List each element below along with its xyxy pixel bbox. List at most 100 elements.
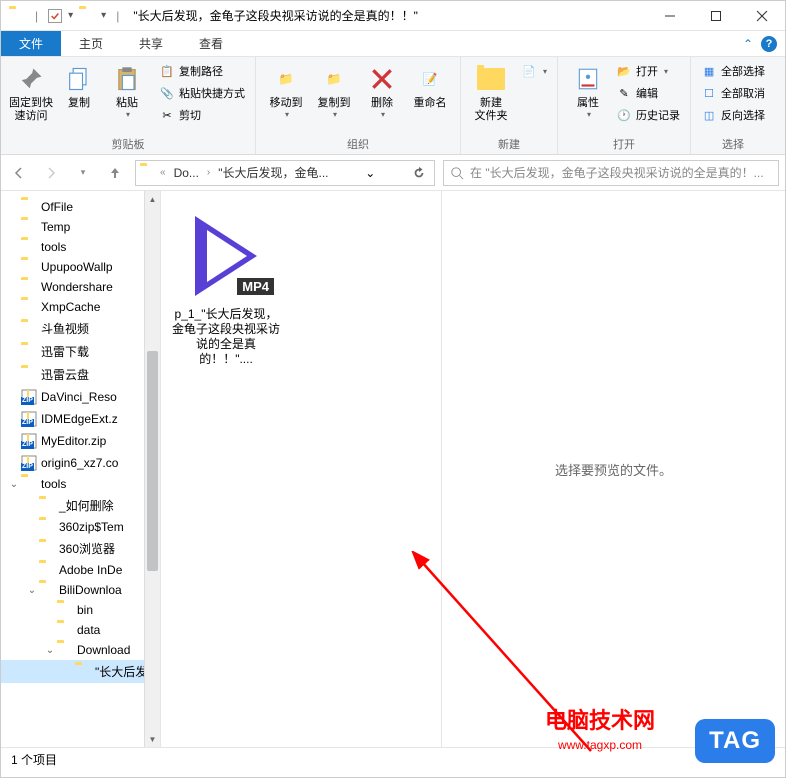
tree-item[interactable]: "长大后发 xyxy=(1,660,160,683)
search-input[interactable]: 在 "长大后发现，金龟子这段央视采访说的全是真的！... xyxy=(443,160,779,186)
pin-icon xyxy=(15,63,47,95)
tree-item[interactable]: ⌄BiliDownloa xyxy=(1,580,160,600)
breadcrumb-1[interactable]: Do... xyxy=(170,166,203,180)
properties-icon xyxy=(572,63,604,95)
window-icon xyxy=(9,9,25,23)
tree-item[interactable]: Temp xyxy=(1,217,160,237)
expand-icon[interactable]: ⌄ xyxy=(45,645,55,656)
expand-icon[interactable]: ⌄ xyxy=(27,585,37,596)
tree-item[interactable]: XmpCache xyxy=(1,297,160,317)
tree-item[interactable]: tools xyxy=(1,237,160,257)
up-button[interactable] xyxy=(103,161,127,185)
tree-label: 360浏览器 xyxy=(59,540,115,557)
folder-icon xyxy=(21,280,37,294)
forward-button[interactable] xyxy=(39,161,63,185)
tree-item[interactable]: 迅雷下载 xyxy=(1,340,160,363)
file-item[interactable]: MP4 p_1_"长大后发现，金龟子这段央视采访说的全是真的！！".... xyxy=(171,211,281,367)
refresh-button[interactable] xyxy=(408,162,430,184)
scroll-down-icon[interactable]: ▼ xyxy=(145,731,160,747)
tab-share[interactable]: 共享 xyxy=(121,31,181,56)
tree-item[interactable]: data xyxy=(1,620,160,640)
move-to-button[interactable]: 📁移动到▾ xyxy=(264,61,308,121)
copy-path-button[interactable]: 📋复制路径 xyxy=(157,61,247,81)
chevron-icon[interactable]: « xyxy=(160,167,166,178)
tab-home[interactable]: 主页 xyxy=(61,31,121,56)
tree-item[interactable]: 360浏览器 xyxy=(1,537,160,560)
copy-button[interactable]: 复制 xyxy=(57,61,101,112)
scroll-up-icon[interactable]: ▲ xyxy=(145,191,160,207)
edit-button[interactable]: ✎编辑 xyxy=(614,83,682,103)
properties-button[interactable]: 属性▾ xyxy=(566,61,610,121)
folder-icon xyxy=(39,499,55,513)
tree-item[interactable]: UpupooWallp xyxy=(1,257,160,277)
paste-shortcut-button[interactable]: 📎粘贴快捷方式 xyxy=(157,83,247,103)
tree-item[interactable]: ZIPIDMEdgeExt.z xyxy=(1,408,160,430)
open-group-label: 打开 xyxy=(566,134,682,152)
open-button[interactable]: 📂打开▾ xyxy=(614,61,682,81)
recent-dropdown-icon[interactable]: ▾ xyxy=(71,161,95,185)
copy-to-button[interactable]: 📁复制到▾ xyxy=(312,61,356,121)
scroll-thumb[interactable] xyxy=(147,351,158,571)
qat-folder-dd-icon[interactable]: ▾ xyxy=(101,10,106,21)
paste-dd-icon[interactable]: ▾ xyxy=(126,110,130,119)
file-list[interactable]: MP4 p_1_"长大后发现，金龟子这段央视采访说的全是真的！！".... xyxy=(161,191,441,747)
expand-icon[interactable]: ⌄ xyxy=(9,479,19,490)
tree-item[interactable]: ZIPDaVinci_Reso xyxy=(1,386,160,408)
history-button[interactable]: 🕐历史记录 xyxy=(614,105,682,125)
tree-item[interactable]: ⌄ Download xyxy=(1,640,160,660)
tab-file[interactable]: 文件 xyxy=(1,31,61,56)
tree-item[interactable]: Adobe InDe xyxy=(1,560,160,580)
sidebar-scrollbar[interactable]: ▲ ▼ xyxy=(144,191,160,747)
back-button[interactable] xyxy=(7,161,31,185)
cut-icon: ✂ xyxy=(159,107,175,123)
tree-item[interactable]: _如何删除 xyxy=(1,494,160,517)
close-button[interactable] xyxy=(739,1,785,31)
mp4-badge: MP4 xyxy=(237,278,274,295)
select-none-button[interactable]: ☐全部取消 xyxy=(699,83,767,103)
delete-button[interactable]: 删除▾ xyxy=(360,61,404,121)
tab-view[interactable]: 查看 xyxy=(181,31,241,56)
qat-dropdown-icon[interactable]: ▾ xyxy=(68,10,73,21)
delete-icon xyxy=(366,63,398,95)
ribbon-collapse-icon[interactable]: ⌃ xyxy=(743,37,753,51)
main-area: OfFileTemptoolsUpupooWallp Wondershare Xmp… xyxy=(1,191,785,747)
pin-button[interactable]: 固定到快 速访问 xyxy=(9,61,53,125)
folder-icon xyxy=(21,240,37,254)
new-folder-icon xyxy=(475,63,507,95)
breadcrumb-2[interactable]: "长大后发现，金龟... xyxy=(214,164,332,181)
tree-item[interactable]: ⌄tools xyxy=(1,474,160,494)
folder-icon xyxy=(21,345,37,359)
cut-button[interactable]: ✂剪切 xyxy=(157,105,247,125)
addr-dropdown-icon[interactable]: ⌄ xyxy=(359,162,381,184)
help-icon[interactable]: ? xyxy=(761,36,777,52)
folder-icon xyxy=(21,368,37,382)
paste-button[interactable]: 粘贴 ▾ xyxy=(105,61,149,121)
tree-item[interactable]: 360zip$Tem xyxy=(1,517,160,537)
tree-item[interactable]: bin xyxy=(1,600,160,620)
title-sep2-icon: | xyxy=(116,9,119,23)
rename-button[interactable]: 📝重命名 xyxy=(408,61,452,112)
address-bar[interactable]: « Do... › "长大后发现，金龟... ⌄ xyxy=(135,160,435,186)
nav-tree[interactable]: OfFileTemptoolsUpupooWallp Wondershare Xmp… xyxy=(1,191,161,747)
title-sep-icon: | xyxy=(35,9,38,23)
select-all-button[interactable]: ▦全部选择 xyxy=(699,61,767,81)
tree-label: Wondershare xyxy=(41,280,113,294)
qat-checkbox[interactable] xyxy=(48,9,62,23)
new-folder-button[interactable]: 新建 文件夹 xyxy=(469,61,513,125)
tree-item[interactable]: OfFile xyxy=(1,197,160,217)
tree-item[interactable]: ZIPMyEditor.zip xyxy=(1,430,160,452)
zip-icon: ZIP xyxy=(21,455,37,471)
minimize-button[interactable] xyxy=(647,1,693,31)
tree-item[interactable]: ZIPorigin6_xz7.co xyxy=(1,452,160,474)
new-item-button[interactable]: 📄▾ xyxy=(519,61,549,81)
tree-label: Download xyxy=(77,643,130,657)
invert-sel-button[interactable]: ◫反向选择 xyxy=(699,105,767,125)
tree-label: data xyxy=(77,623,100,637)
maximize-button[interactable] xyxy=(693,1,739,31)
qat-folder-icon[interactable] xyxy=(79,9,95,23)
tree-label: Adobe InDe xyxy=(59,563,122,577)
chevron-right-icon[interactable]: › xyxy=(207,167,210,178)
tree-item[interactable]: Wondershare xyxy=(1,277,160,297)
tree-item[interactable]: 斗鱼视频 xyxy=(1,317,160,340)
tree-item[interactable]: 迅雷云盘 xyxy=(1,363,160,386)
